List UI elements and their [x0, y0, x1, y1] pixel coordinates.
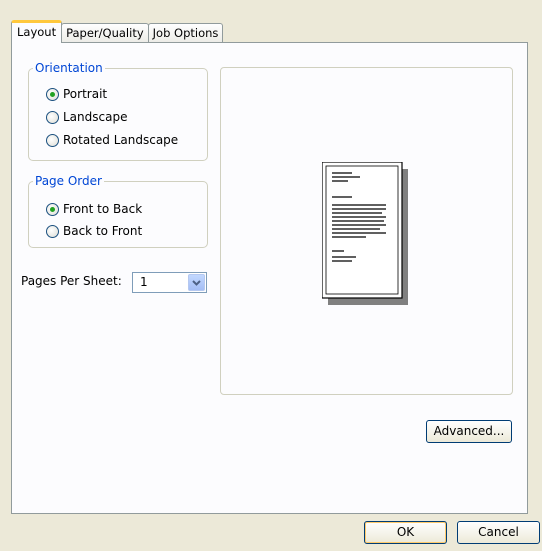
- back-to-front-label: Back to Front: [63, 224, 143, 238]
- portrait-radio[interactable]: Portrait: [46, 85, 107, 103]
- document-page-icon: [322, 162, 408, 305]
- radio-button[interactable]: [46, 110, 59, 124]
- tab-paper-quality[interactable]: Paper/Quality: [61, 23, 149, 43]
- tab-strip: Layout Paper/Quality Job Options: [11, 20, 224, 43]
- cancel-button[interactable]: Cancel: [457, 521, 540, 544]
- chevron-down-icon: [192, 280, 201, 286]
- dropdown-button[interactable]: [188, 274, 205, 291]
- front-to-back-radio[interactable]: Front to Back: [46, 200, 142, 218]
- front-to-back-label: Front to Back: [63, 202, 143, 216]
- orientation-legend: Orientation: [35, 61, 103, 75]
- landscape-radio[interactable]: Landscape: [46, 108, 127, 126]
- radio-button-checked[interactable]: [46, 202, 59, 216]
- portrait-label: Portrait: [63, 87, 108, 101]
- advanced-button[interactable]: Advanced...: [426, 420, 512, 443]
- rotated-landscape-label: Rotated Landscape: [63, 133, 179, 147]
- pages-per-sheet-value: 1: [140, 275, 148, 289]
- pages-per-sheet-label: Pages Per Sheet:: [21, 274, 122, 288]
- page-order-legend: Page Order: [35, 174, 102, 188]
- pages-per-sheet-select[interactable]: 1: [132, 272, 207, 293]
- tab-job-options[interactable]: Job Options: [147, 23, 224, 43]
- tab-layout[interactable]: Layout: [11, 20, 63, 43]
- landscape-label: Landscape: [63, 110, 128, 124]
- radio-button[interactable]: [46, 224, 59, 238]
- rotated-landscape-radio[interactable]: Rotated Landscape: [46, 131, 178, 149]
- layout-preview-pane: [220, 67, 513, 395]
- ok-button[interactable]: OK: [364, 521, 447, 544]
- radio-button[interactable]: [46, 133, 59, 147]
- radio-button-checked[interactable]: [46, 87, 59, 101]
- back-to-front-radio[interactable]: Back to Front: [46, 222, 142, 240]
